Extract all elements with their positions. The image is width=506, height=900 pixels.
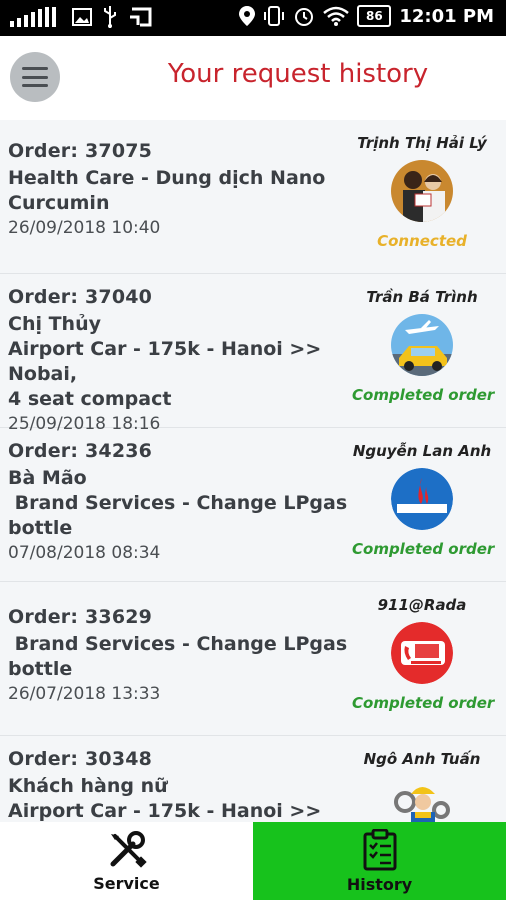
order-status: Connected: [377, 232, 467, 250]
provider-name: Trần Bá Trình: [366, 288, 478, 306]
order-service-line: Brand Services - Change LPgas: [8, 633, 348, 655]
order-info: Order: 37075 Health Care - Dung dịch Nan…: [8, 140, 353, 238]
order-date: 07/08/2018 08:34: [8, 543, 161, 563]
provider-name: 911@Rada: [377, 596, 467, 614]
status-bar: 86 12:01 PM: [0, 0, 506, 36]
order-info: Order: 30348 Khách hàng nữ Airport Car -…: [8, 748, 353, 822]
order-number: Order: 37040: [8, 286, 153, 308]
order-status: Completed order: [352, 694, 495, 712]
provider-info: 911@Rada Completed order: [352, 596, 495, 712]
order-service-line: 4 seat compact: [8, 388, 172, 410]
status-left-icons: [10, 6, 154, 28]
list-item[interactable]: Order: 37075 Health Care - Dung dịch Nan…: [0, 120, 506, 274]
avatar: [391, 160, 453, 222]
provider-info: Trịnh Thị Hải Lý Connected: [352, 134, 492, 250]
avatar: [391, 468, 453, 530]
usb-icon: [104, 6, 116, 28]
order-number: Order: 30348: [8, 748, 153, 770]
wifi-icon: [323, 6, 350, 26]
order-service-line: bottle: [8, 517, 73, 539]
list-item[interactable]: Order: 34236 Bà Mão Brand Services - Cha…: [0, 428, 506, 582]
order-status: Completed order: [352, 386, 495, 404]
order-customer: Bà Mão: [8, 467, 87, 489]
order-service-line: Airport Car - 175k - Hanoi >> Nobai,: [8, 338, 322, 385]
order-number: Order: 34236: [8, 440, 153, 462]
battery-level: 86: [365, 9, 383, 23]
emergency-911-logo-icon: [391, 622, 453, 684]
petrovietnam-logo-icon: [391, 468, 453, 530]
tools-icon: [110, 830, 147, 868]
tab-service-label: Service: [93, 873, 160, 893]
avatar: [391, 314, 453, 376]
page-title: Your request history: [167, 59, 429, 89]
avatar: [391, 776, 453, 822]
list-item[interactable]: Order: 30348 Khách hàng nữ Airport Car -…: [0, 736, 506, 822]
provider-name: Trịnh Thị Hải Lý: [357, 134, 487, 152]
provider-info: Nguyễn Lan Anh Completed order: [352, 442, 495, 558]
bottom-navigation: Service History: [0, 822, 506, 900]
order-info: Order: 37040 Chị Thủy Airport Car - 175k…: [8, 286, 353, 434]
tab-history[interactable]: History: [253, 822, 506, 900]
order-number: Order: 37075: [8, 140, 153, 162]
order-customer: Khách hàng nữ: [8, 775, 168, 797]
vibrate-icon: [264, 6, 285, 26]
mechanic-worker-icon: [391, 776, 453, 822]
order-date: 26/09/2018 10:40: [8, 218, 161, 238]
order-service-line: Airport Car - 175k - Hanoi >> Nobai,: [8, 800, 322, 822]
order-info: Order: 33629 Brand Services - Change LPg…: [8, 606, 353, 704]
battery-icon: 86: [357, 5, 392, 27]
order-status: Completed order: [352, 540, 495, 558]
clipboard-icon: [363, 828, 396, 870]
cast-icon: [130, 7, 152, 27]
order-service-line: Health Care - Dung dịch Nano: [8, 167, 326, 189]
order-info: Order: 34236 Bà Mão Brand Services - Cha…: [8, 440, 353, 563]
app-header: Your request history: [0, 36, 506, 120]
alarm-icon: [295, 8, 314, 26]
provider-name: Nguyễn Lan Anh: [352, 442, 492, 460]
provider-name: Ngô Anh Tuấn: [363, 750, 481, 768]
provider-info: Trần Bá Trình Completed order: [352, 288, 495, 404]
order-service-line: bottle: [8, 658, 73, 680]
list-item[interactable]: Order: 37040 Chị Thủy Airport Car - 175k…: [0, 274, 506, 434]
provider-info: Ngô Anh Tuấn: [352, 750, 492, 822]
order-history-list[interactable]: Order: 37075 Health Care - Dung dịch Nan…: [0, 120, 506, 822]
tab-history-label: History: [346, 874, 413, 894]
signal-icon: [10, 7, 56, 27]
order-number: Order: 33629: [8, 606, 153, 628]
avatar: [391, 622, 453, 684]
order-service-line: Curcumin: [8, 192, 110, 214]
image-icon: [72, 8, 92, 26]
list-item[interactable]: Order: 33629 Brand Services - Change LPg…: [0, 582, 506, 736]
status-right-icons: 86 12:01 PM: [239, 5, 494, 27]
order-date: 26/07/2018 13:33: [8, 684, 161, 704]
tab-service[interactable]: Service: [0, 822, 253, 900]
order-customer: Chị Thủy: [8, 313, 101, 335]
location-icon: [239, 6, 256, 26]
clock: 12:01 PM: [399, 5, 494, 27]
order-service-line: Brand Services - Change LPgas: [8, 492, 348, 514]
